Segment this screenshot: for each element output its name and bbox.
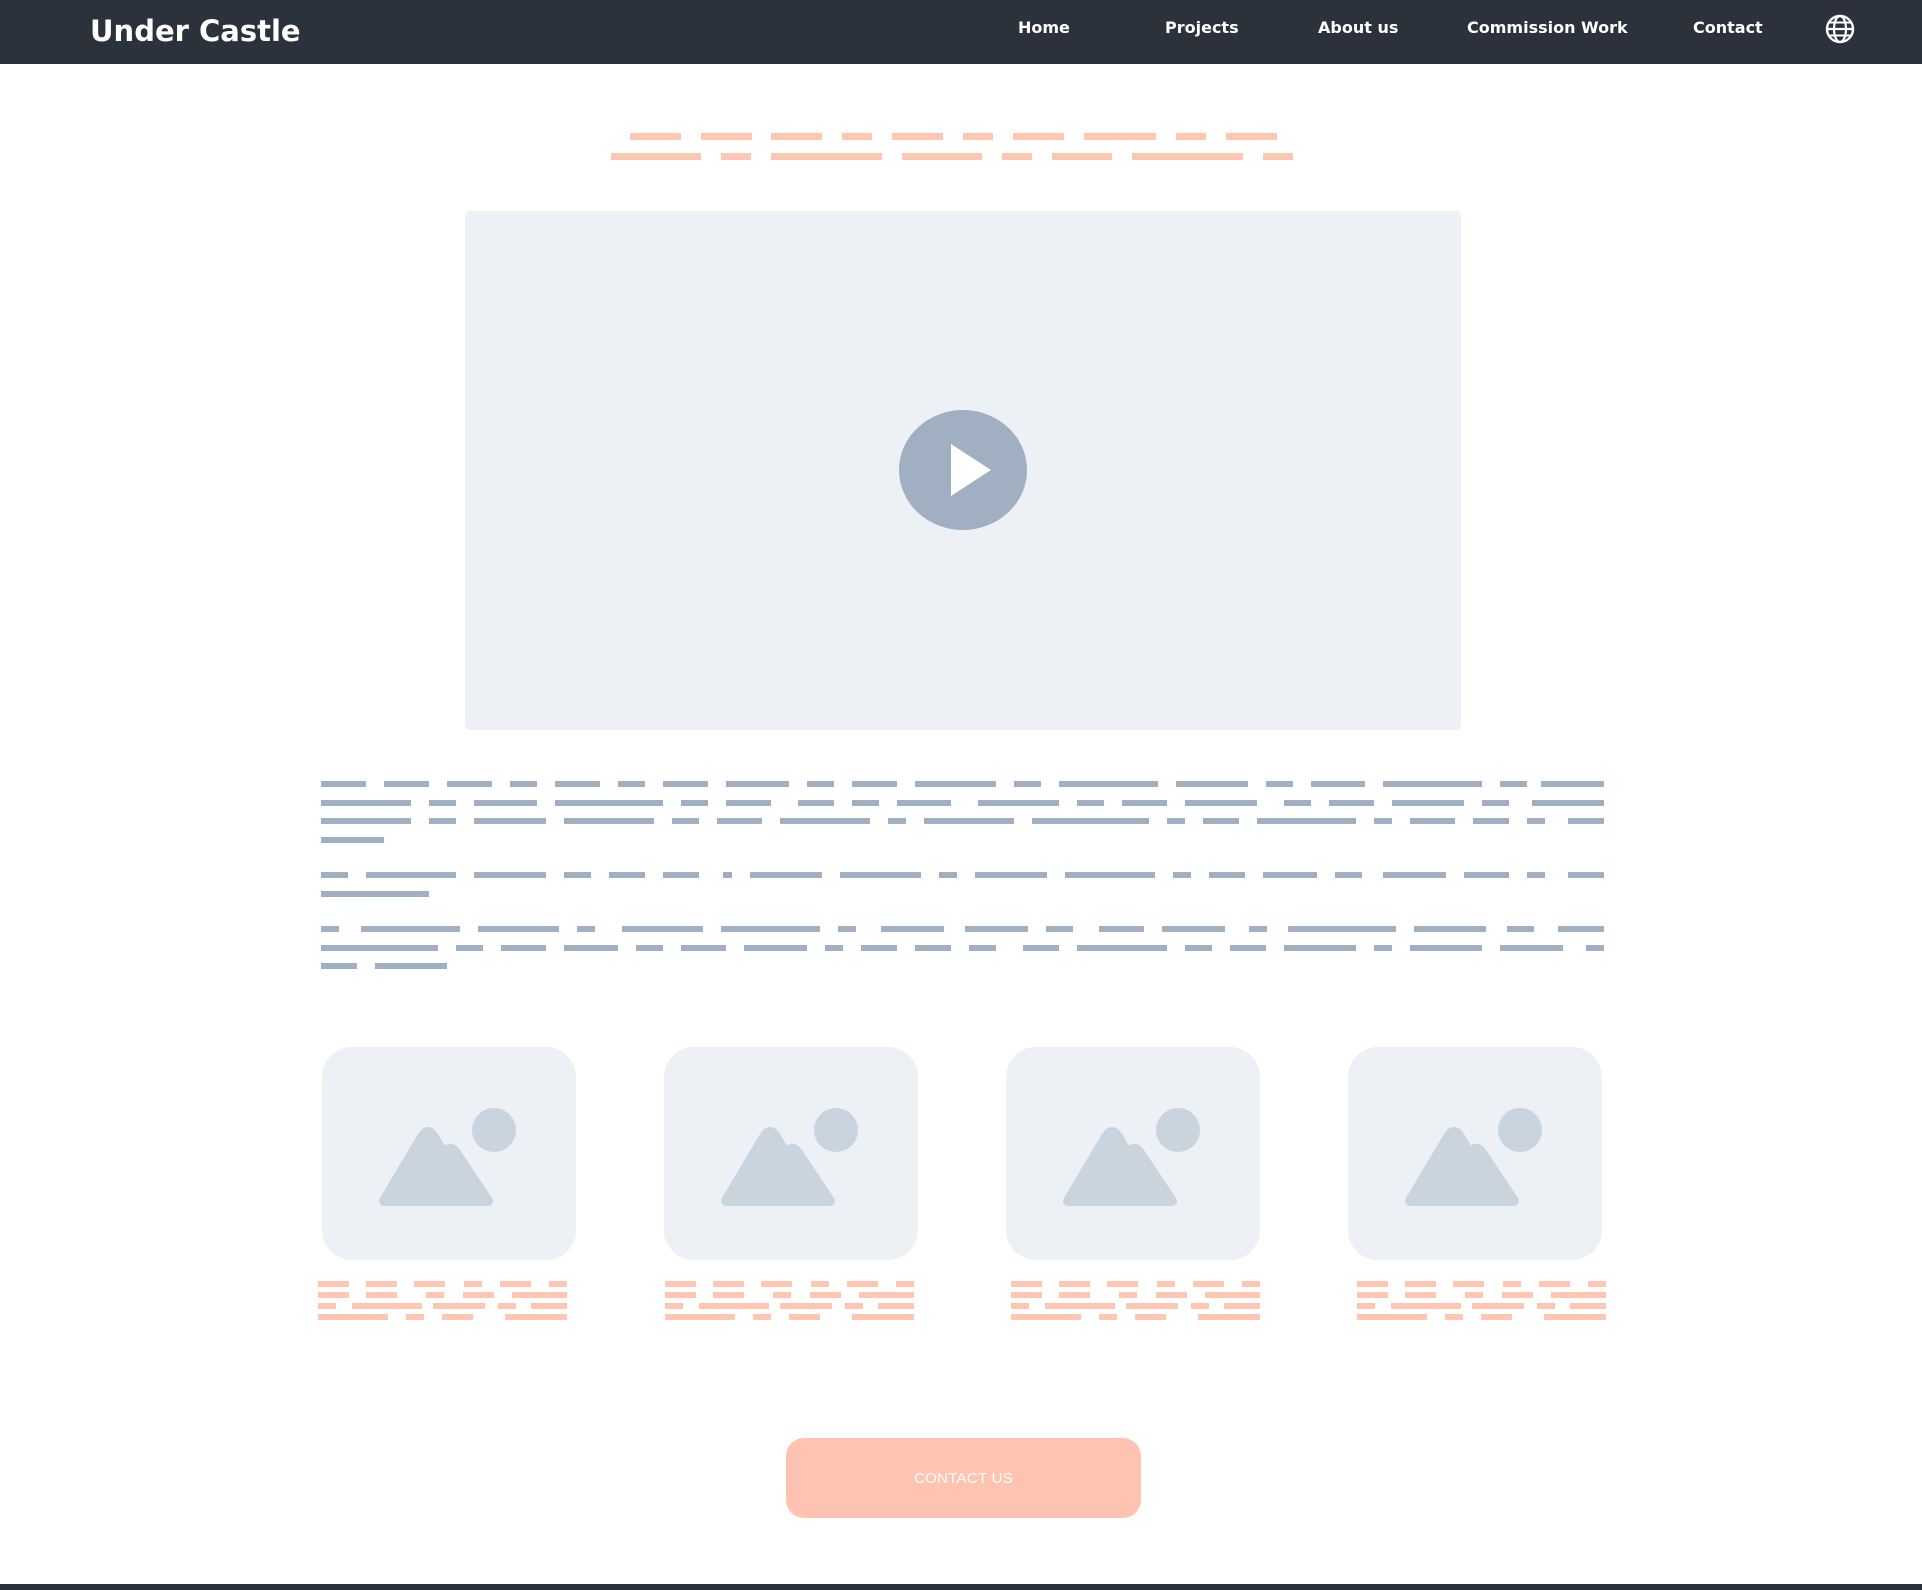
gallery-card-image[interactable]: [1006, 1047, 1260, 1260]
nav-projects[interactable]: Projects: [1165, 18, 1239, 37]
paragraph-placeholder-line: [321, 800, 1604, 806]
brand-logo[interactable]: Under Castle: [90, 14, 301, 48]
paragraph-placeholder-line: [321, 945, 1604, 951]
video-player[interactable]: [465, 211, 1461, 730]
contact-us-button[interactable]: CONTACT US: [786, 1438, 1141, 1518]
nav-contact[interactable]: Contact: [1693, 18, 1763, 37]
top-navigation-bar: Under Castle Home Projects About us Comm…: [0, 0, 1922, 64]
gallery-card-image[interactable]: [322, 1047, 576, 1260]
image-placeholder-icon: [721, 1108, 858, 1206]
nav-about-us[interactable]: About us: [1318, 18, 1398, 37]
paragraph-placeholder-line: [321, 872, 1604, 878]
paragraph-placeholder-line: [321, 963, 521, 969]
gallery-card-image[interactable]: [664, 1047, 918, 1260]
nav-home[interactable]: Home: [1018, 18, 1070, 37]
globe-icon: [1825, 14, 1855, 44]
gallery-card-image[interactable]: [1348, 1047, 1602, 1260]
image-placeholder-icon: [1063, 1108, 1200, 1206]
paragraph-placeholder-line: [321, 818, 1604, 824]
paragraph-placeholder-line: [321, 837, 521, 843]
paragraph-placeholder-line: [321, 781, 1604, 787]
play-button[interactable]: [899, 410, 1027, 530]
nav-commission-work[interactable]: Commission Work: [1467, 18, 1628, 37]
paragraph-placeholder-line: [321, 891, 521, 897]
headline-placeholder-line-1: [630, 133, 1277, 140]
play-icon: [899, 410, 1027, 530]
headline-placeholder-line-2: [611, 153, 1295, 160]
image-placeholder-icon: [379, 1108, 516, 1206]
footer-bar: [0, 1584, 1922, 1590]
language-selector-button[interactable]: [1824, 13, 1856, 45]
paragraph-placeholder-line: [321, 926, 1604, 932]
image-placeholder-icon: [1405, 1108, 1542, 1206]
